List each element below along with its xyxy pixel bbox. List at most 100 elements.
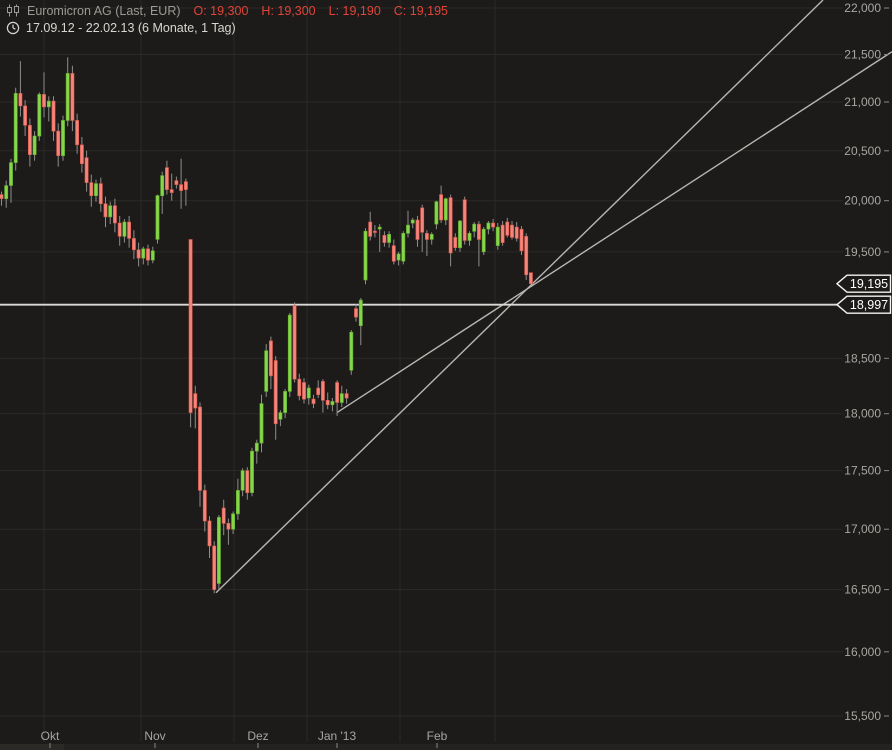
candle	[269, 341, 272, 376]
candle	[369, 222, 372, 236]
candle	[331, 401, 334, 404]
candle	[440, 195, 443, 220]
candle	[279, 413, 282, 420]
candle	[302, 383, 305, 400]
month-label: Jan '13	[318, 729, 357, 743]
bottom-bar-left	[0, 744, 64, 750]
month-label: Feb	[427, 729, 448, 743]
candle	[340, 394, 343, 403]
candle	[80, 145, 83, 164]
candle	[312, 399, 315, 404]
y-tick-label: 20,000	[844, 194, 881, 208]
candle	[198, 407, 201, 490]
y-tick-label: 18,500	[844, 351, 881, 365]
candle	[288, 315, 291, 391]
candle	[444, 199, 447, 220]
candle	[137, 250, 140, 258]
candle	[487, 223, 490, 229]
candle	[430, 234, 433, 239]
candle	[454, 237, 457, 247]
candle	[24, 106, 27, 125]
candle	[463, 200, 466, 241]
candle	[496, 227, 499, 246]
candle	[350, 332, 353, 370]
y-tick-label: 17,000	[844, 522, 881, 536]
candle	[326, 400, 329, 405]
y-tick-label: 15,500	[844, 709, 881, 723]
candle	[425, 233, 428, 239]
candle	[128, 222, 131, 238]
candle	[492, 223, 495, 227]
candle	[222, 508, 225, 523]
candle	[0, 195, 3, 199]
candle	[307, 388, 310, 398]
candlestick-icon	[6, 4, 21, 17]
candle	[189, 240, 192, 413]
candle	[397, 254, 400, 260]
y-tick-label: 22,000	[844, 1, 881, 15]
candle	[57, 131, 60, 156]
candle	[52, 101, 55, 131]
candle	[284, 391, 287, 412]
month-label: Dez	[247, 729, 268, 743]
candle	[71, 73, 74, 120]
open-value: O: 19,300	[194, 4, 249, 18]
candle	[250, 451, 253, 493]
candle	[33, 136, 36, 155]
candle	[66, 73, 69, 120]
low-value: L: 19,190	[329, 4, 381, 18]
candle	[113, 206, 116, 223]
candle	[482, 229, 485, 252]
candle	[298, 379, 301, 396]
candle	[435, 202, 438, 224]
candle	[85, 158, 88, 183]
candle	[317, 388, 320, 395]
candle	[402, 233, 405, 261]
candle	[99, 184, 102, 204]
candle	[132, 238, 135, 249]
candle	[165, 168, 168, 190]
candle	[142, 249, 145, 258]
candle	[76, 120, 79, 144]
candle	[383, 235, 386, 242]
candle	[501, 225, 504, 243]
candle	[246, 471, 249, 493]
candle	[232, 514, 235, 529]
candle	[449, 198, 452, 253]
candle	[94, 184, 97, 196]
candle	[515, 227, 518, 238]
candle	[227, 523, 230, 529]
y-tick-label: 19,500	[844, 245, 881, 259]
last-price-tag: 19,195	[837, 275, 891, 292]
candle	[525, 236, 528, 274]
range-row: 17.09.12 - 22.02.13 (6 Monate, 1 Tag)	[6, 20, 236, 35]
candle	[388, 234, 391, 242]
candle	[411, 220, 414, 223]
candle	[118, 223, 121, 236]
candle	[28, 125, 31, 154]
candle	[336, 383, 339, 403]
candle	[109, 206, 112, 217]
chart-window: 22,00021,50021,00020,50020,00019,50018,5…	[0, 0, 892, 750]
candle	[14, 93, 17, 162]
clock-icon	[6, 21, 20, 35]
candle	[520, 229, 523, 251]
high-value: H: 19,300	[261, 4, 315, 18]
candle	[345, 394, 348, 399]
month-label: Okt	[41, 729, 60, 743]
price-line-tag[interactable]: 18,997	[837, 296, 891, 313]
symbol-row: Euromicron AG (Last, EUR) O: 19,300 H: 1…	[6, 3, 448, 18]
candle	[161, 176, 164, 196]
candle	[217, 517, 220, 583]
y-tick-label: 16,500	[844, 583, 881, 597]
candle	[208, 521, 211, 546]
y-tick-label: 21,500	[844, 48, 881, 62]
candle	[203, 490, 206, 521]
candle	[378, 227, 381, 229]
candle	[255, 443, 258, 451]
price-chart[interactable]: 22,00021,50021,00020,50020,00019,50018,5…	[0, 0, 892, 750]
candle	[354, 309, 357, 318]
candle	[473, 224, 476, 231]
candle	[194, 394, 197, 409]
candle	[529, 273, 532, 284]
